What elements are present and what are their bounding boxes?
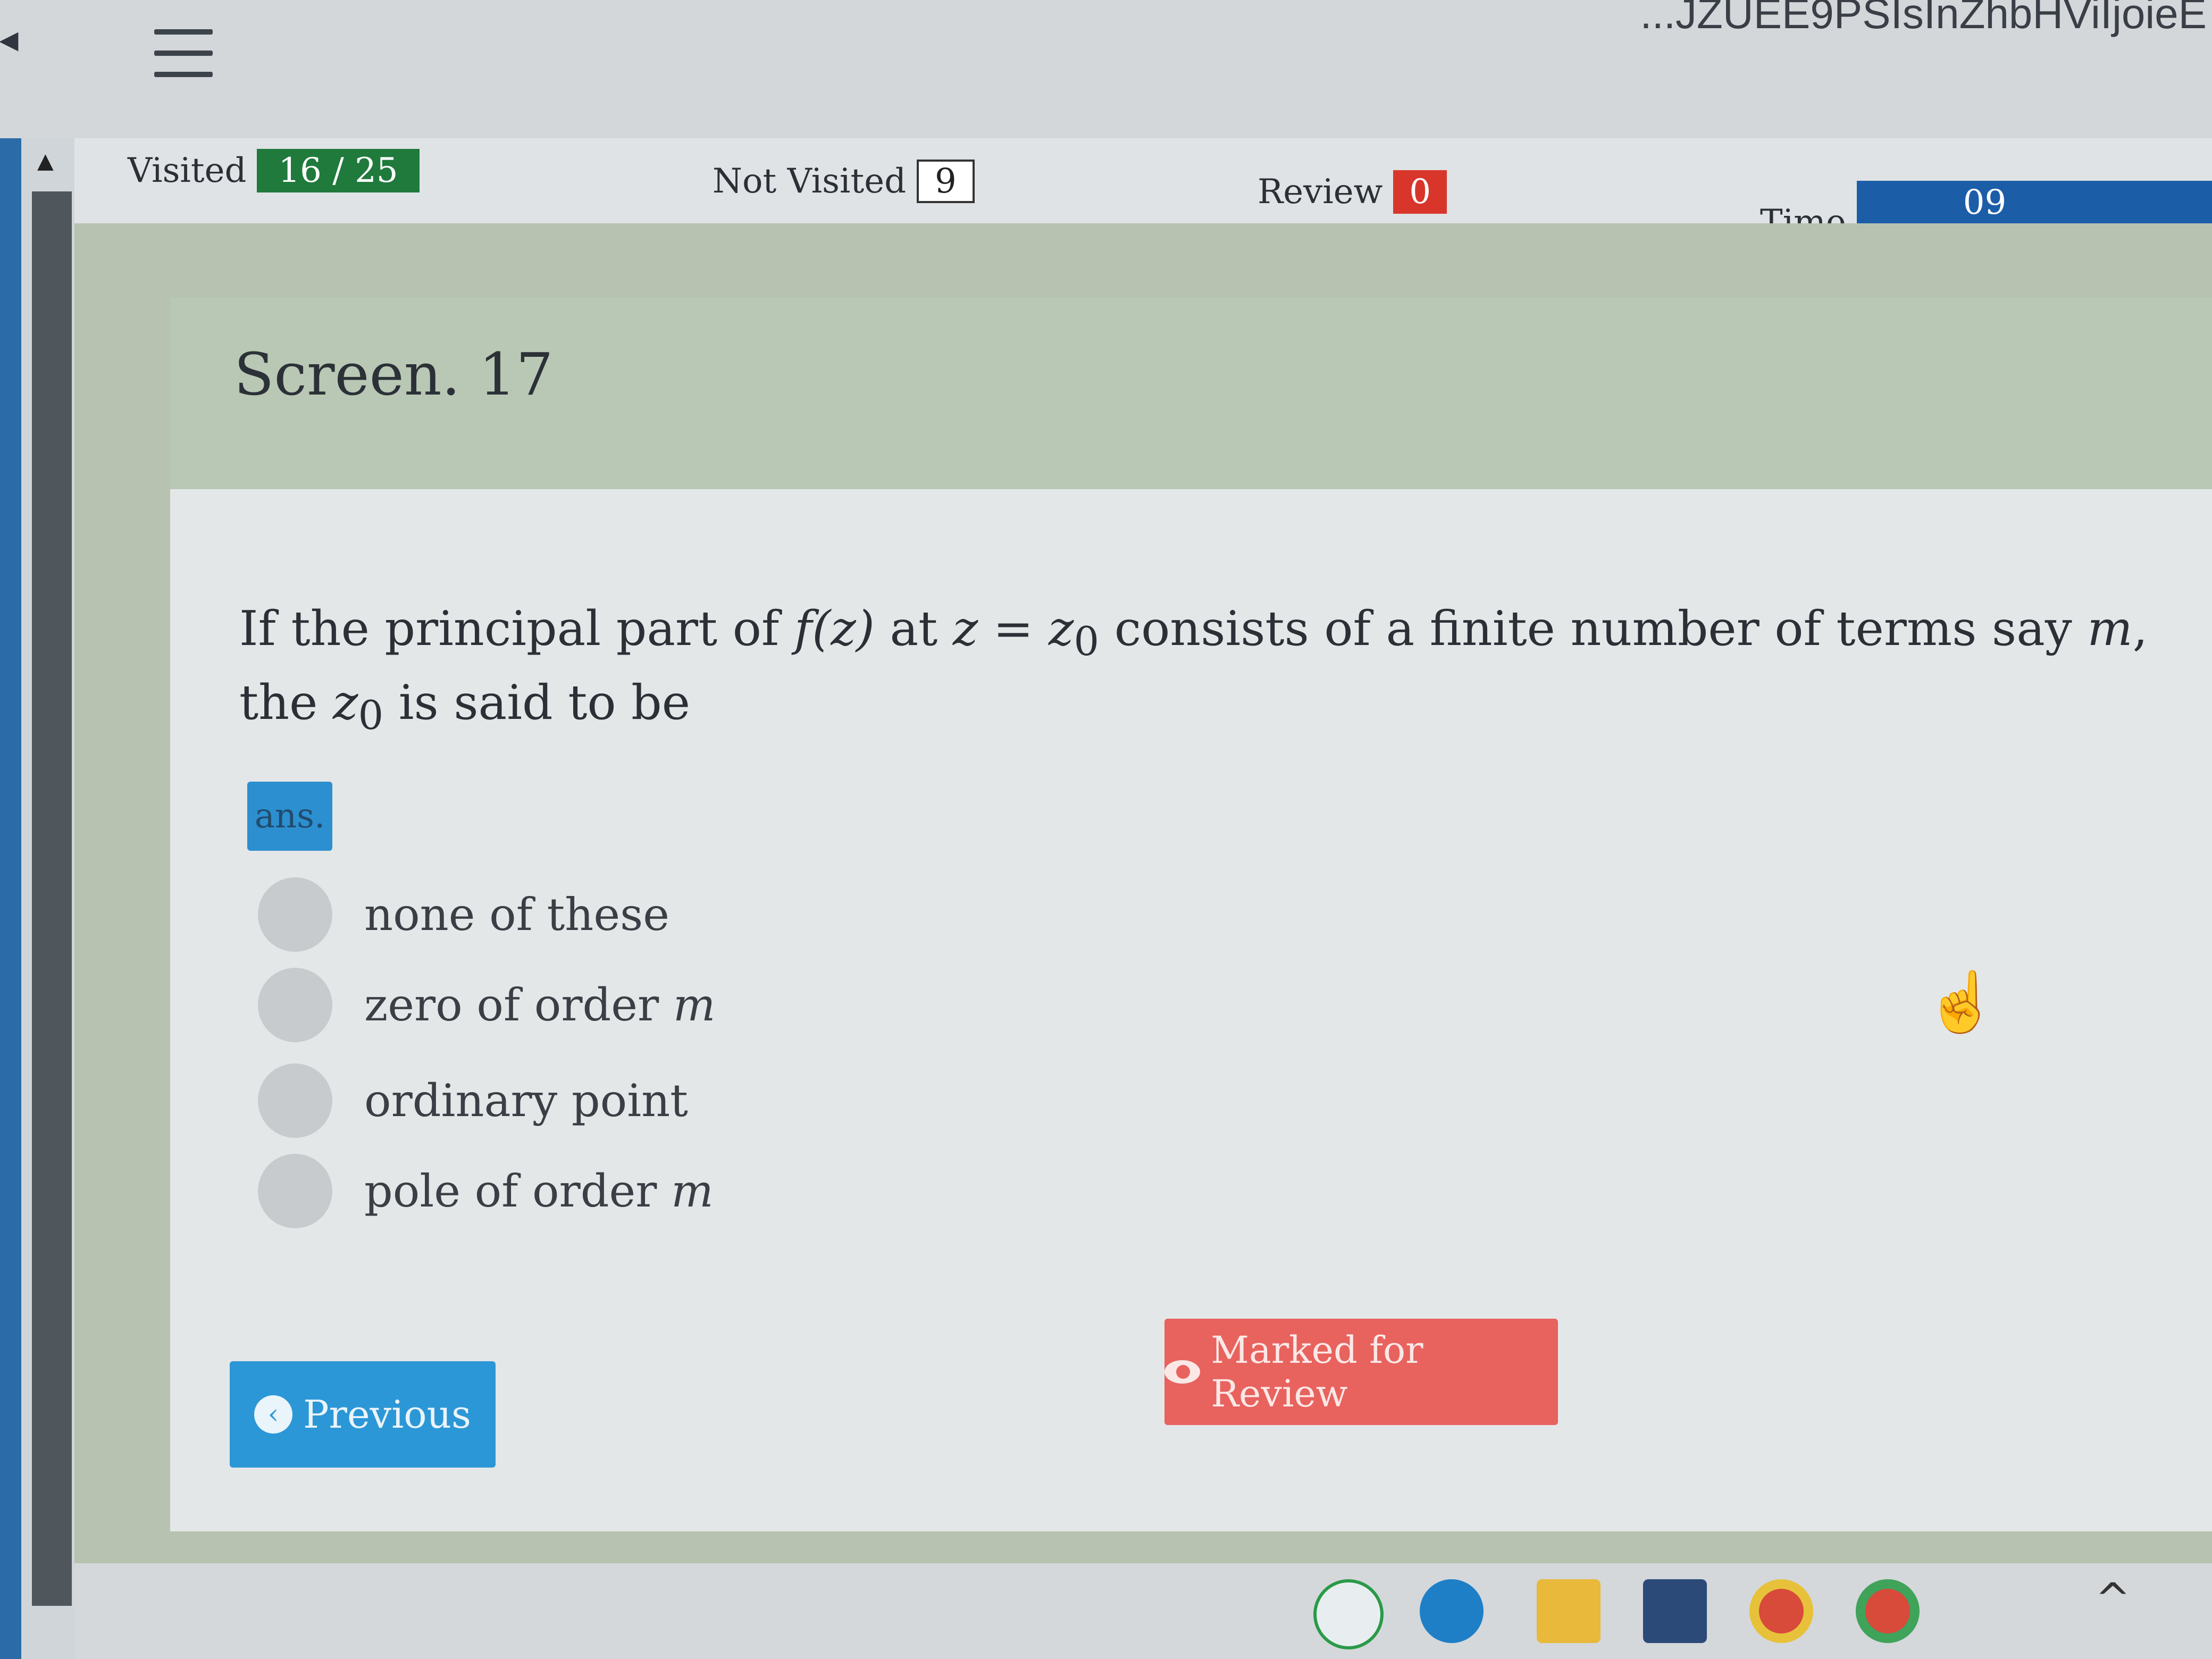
- question-text-part: consists of a finite number of terms say: [1114, 601, 2072, 657]
- option-2[interactable]: zero of order m: [258, 968, 715, 1042]
- not-visited-label: Not Visited: [713, 162, 907, 201]
- scroll-up-icon[interactable]: ▲: [37, 149, 54, 173]
- option-4[interactable]: pole of order m: [258, 1154, 714, 1228]
- chrome-icon[interactable]: [1749, 1579, 1813, 1643]
- question-text-part: is said to be: [398, 675, 691, 731]
- option-label: ordinary point: [364, 1075, 688, 1127]
- ans-tag: ans.: [247, 782, 332, 851]
- option-3[interactable]: ordinary point: [258, 1063, 688, 1138]
- previous-label: Previous: [303, 1392, 471, 1437]
- question-math: f(z): [794, 601, 875, 657]
- scroll-thumb[interactable]: [32, 191, 72, 1606]
- browser-top-bar: ◀ ...JZUEE9PSIsInZhbHViIjoieE: [0, 0, 2212, 138]
- review-label: Review: [1258, 172, 1383, 212]
- url-text[interactable]: ...JZUEE9PSIsInZhbHViIjoieE: [1640, 0, 2207, 38]
- question-subscript: 0: [358, 692, 384, 739]
- option-radio[interactable]: [258, 1154, 332, 1228]
- back-icon[interactable]: ◀: [0, 27, 53, 112]
- eye-icon: [1164, 1360, 1201, 1384]
- status-bar: Visited 16 / 25 Not Visited 9 Review 0 T…: [74, 138, 2212, 342]
- left-edge: [0, 138, 21, 1659]
- question-math: z: [333, 675, 358, 731]
- option-1[interactable]: none of these: [258, 877, 669, 952]
- question-text-part: If the principal part of: [239, 601, 780, 657]
- screen-title: Screen. 17: [234, 340, 554, 408]
- not-visited-badge: 9: [917, 160, 975, 203]
- mark-for-review-button[interactable]: Marked for Review: [1164, 1319, 1558, 1425]
- menu-icon[interactable]: [154, 29, 213, 77]
- review-stat: Review 0: [1258, 170, 1447, 214]
- option-label: none of these: [364, 889, 669, 941]
- taskbar: ^: [74, 1563, 2212, 1659]
- chrome-icon[interactable]: [1856, 1579, 1920, 1643]
- question-math: z = z: [952, 601, 1074, 657]
- chevron-left-icon: ‹: [254, 1395, 293, 1434]
- hand-cursor-icon: ☝: [1925, 968, 1998, 1036]
- question-text: If the principal part of f(z) at z = z0 …: [239, 596, 2207, 743]
- previous-button[interactable]: ‹ Previous: [230, 1361, 496, 1468]
- visited-stat: Visited 16 / 25: [128, 149, 420, 192]
- review-badge: 0: [1393, 170, 1447, 214]
- question-text-part: at: [890, 601, 938, 657]
- visited-label: Visited: [128, 151, 247, 190]
- not-visited-stat: Not Visited 9: [713, 160, 975, 203]
- chevron-up-icon[interactable]: ^: [2095, 1574, 2131, 1623]
- edge-icon[interactable]: [1420, 1579, 1484, 1643]
- option-label: pole of order m: [364, 1165, 714, 1217]
- option-radio[interactable]: [258, 968, 332, 1042]
- option-radio[interactable]: [258, 1063, 332, 1138]
- option-label: zero of order m: [364, 979, 716, 1031]
- store-icon[interactable]: [1643, 1579, 1707, 1643]
- whatsapp-icon[interactable]: [1313, 1579, 1384, 1649]
- option-radio[interactable]: [258, 877, 332, 952]
- file-explorer-icon[interactable]: [1537, 1579, 1601, 1643]
- panel-header: Screen. 17: [170, 298, 2212, 489]
- visited-badge: 16 / 25: [257, 149, 420, 192]
- mark-for-review-label: Marked for Review: [1211, 1328, 1423, 1415]
- question-math: m: [2087, 601, 2133, 657]
- question-subscript: 0: [1074, 618, 1100, 665]
